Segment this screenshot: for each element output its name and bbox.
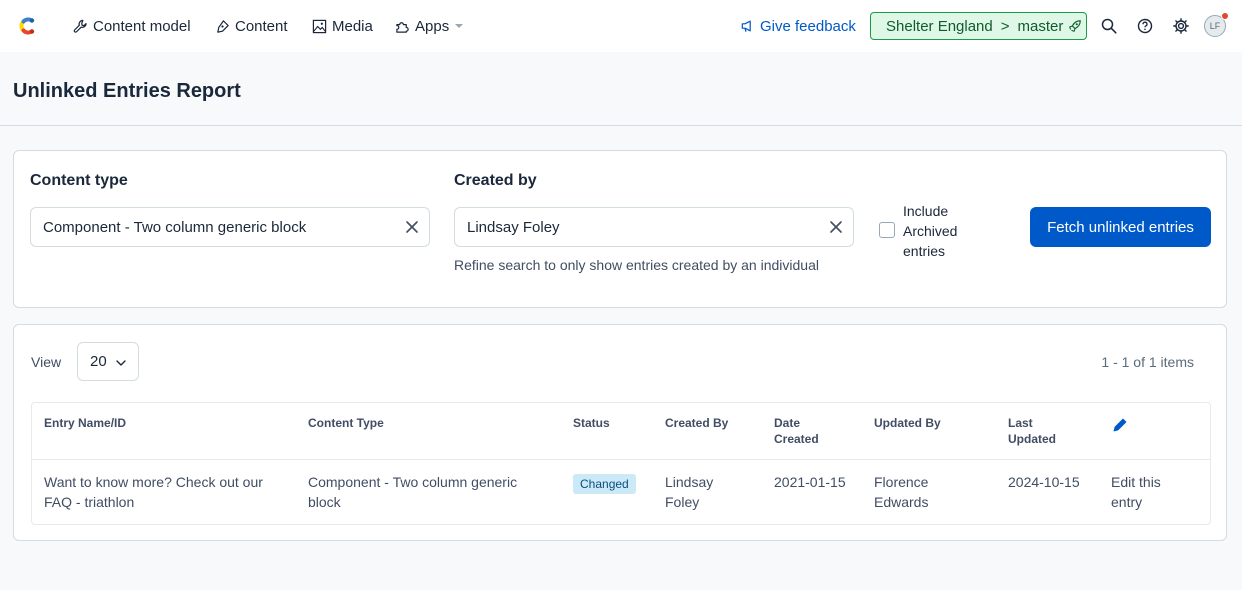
nav-content-label: Content <box>235 17 288 35</box>
env-separator: > <box>1000 17 1010 35</box>
environment-switcher[interactable]: Shelter England > master <box>870 12 1087 40</box>
include-archived-checkbox[interactable] <box>879 222 895 238</box>
close-icon[interactable] <box>828 219 844 235</box>
pencil-icon <box>1113 418 1127 432</box>
top-navigation: Content model Content Media Apps Give fe… <box>0 0 1242 52</box>
column-header-entry-name: Entry Name/ID <box>44 416 127 430</box>
status-badge: Changed <box>573 474 636 494</box>
space-name: Shelter England <box>886 17 993 35</box>
view-label: View <box>31 354 62 370</box>
created-by-input[interactable]: Lindsay Foley <box>454 207 854 247</box>
page-title: Unlinked Entries Report <box>13 80 241 102</box>
search-icon[interactable] <box>1100 17 1118 35</box>
rocket-icon <box>1069 20 1082 32</box>
cell-entry-name[interactable]: Want to know more? Check out our FAQ - t… <box>44 472 289 512</box>
content-type-input[interactable]: Component - Two column generic block <box>30 207 430 247</box>
give-feedback-label: Give feedback <box>760 17 856 35</box>
chevron-down-icon <box>116 360 126 366</box>
column-header-created-by: Created By <box>665 416 729 430</box>
page-size-select[interactable]: 20 <box>77 342 139 381</box>
cell-date-created: 2021-01-15 <box>774 474 846 490</box>
branch-name: master <box>1017 17 1064 35</box>
nav-apps[interactable]: Apps <box>395 16 465 36</box>
help-icon[interactable] <box>1136 17 1154 35</box>
edit-entry-link[interactable]: Edit this entry <box>1111 472 1181 512</box>
megaphone-icon <box>741 20 751 32</box>
cell-updated-by: Florence Edwards <box>874 474 929 510</box>
notification-dot <box>1221 12 1229 20</box>
contentful-logo-icon[interactable] <box>15 14 39 38</box>
created-by-help: Refine search to only show entries creat… <box>454 257 819 273</box>
page-size-value: 20 <box>90 353 107 370</box>
image-icon <box>312 19 327 33</box>
content-type-label: Content type <box>30 172 128 189</box>
table-header-divider <box>32 459 1210 460</box>
caret-down-icon <box>455 24 464 28</box>
fetch-unlinked-entries-button[interactable]: Fetch unlinked entries <box>1030 207 1211 247</box>
content-type-value: Component - Two column generic block <box>43 218 307 236</box>
nav-content-model-label: Content model <box>93 17 191 35</box>
wrench-icon <box>73 19 87 33</box>
results-panel: View 20 1 - 1 of 1 items Entry Name/ID C… <box>13 324 1227 541</box>
header-divider <box>0 125 1242 126</box>
gear-icon[interactable] <box>1172 17 1190 35</box>
avatar-initials: LF <box>1209 21 1221 31</box>
cell-content-type: Component - Two column generic block <box>308 474 518 510</box>
pagination-summary: 1 - 1 of 1 items <box>1101 354 1194 370</box>
filter-panel: Content type Component - Two column gene… <box>13 150 1227 308</box>
nav-content[interactable]: Content <box>215 16 288 36</box>
include-archived-label[interactable]: Include Archived entries <box>903 201 993 261</box>
entries-table: Entry Name/ID Content Type Status Create… <box>31 402 1211 525</box>
nav-media-label: Media <box>332 17 373 35</box>
nav-apps-label: Apps <box>415 17 450 35</box>
cell-created-by: Lindsay Foley <box>665 474 714 510</box>
created-by-value: Lindsay Foley <box>467 218 560 236</box>
column-header-status: Status <box>573 416 610 430</box>
nav-media[interactable]: Media <box>312 16 373 36</box>
close-icon[interactable] <box>404 219 420 235</box>
puzzle-icon <box>396 21 409 33</box>
give-feedback-link[interactable]: Give feedback <box>741 16 856 36</box>
column-header-date-created: Date Created <box>774 416 819 446</box>
nav-content-model[interactable]: Content model <box>73 16 191 36</box>
column-header-content-type: Content Type <box>308 416 384 430</box>
created-by-label: Created by <box>454 172 537 189</box>
pen-nib-icon <box>217 19 229 33</box>
column-header-updated-by: Updated By <box>874 416 941 430</box>
cell-last-updated: 2024-10-15 <box>1008 474 1080 490</box>
column-header-last-updated: Last Updated <box>1008 416 1056 446</box>
